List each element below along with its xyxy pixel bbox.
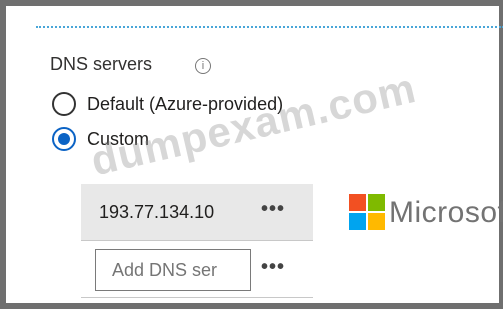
logo-red-square (349, 194, 366, 211)
microsoft-logo-icon (349, 194, 385, 230)
info-icon[interactable]: i (195, 58, 211, 74)
logo-green-square (368, 194, 385, 211)
more-options-icon[interactable]: ••• (261, 198, 285, 221)
logo-yellow-square (368, 213, 385, 230)
logo-blue-square (349, 213, 366, 230)
radio-custom-circle[interactable] (52, 127, 76, 151)
dns-server-value: 193.77.134.10 (99, 202, 215, 222)
dns-servers-label: DNS servers (50, 54, 153, 74)
microsoft-wordmark: Microsoft (389, 196, 503, 229)
add-dns-server-input[interactable] (95, 249, 251, 291)
dns-settings-panel: DNS servers i Default (Azure-provided) C… (0, 0, 503, 309)
bottom-divider (81, 297, 313, 298)
add-row-more-icon[interactable]: ••• (261, 256, 285, 279)
radio-default-circle[interactable] (52, 92, 76, 116)
radio-selected-dot (58, 133, 70, 145)
dns-server-row[interactable]: 193.77.134.10 ••• (81, 184, 313, 241)
top-divider (36, 26, 503, 28)
